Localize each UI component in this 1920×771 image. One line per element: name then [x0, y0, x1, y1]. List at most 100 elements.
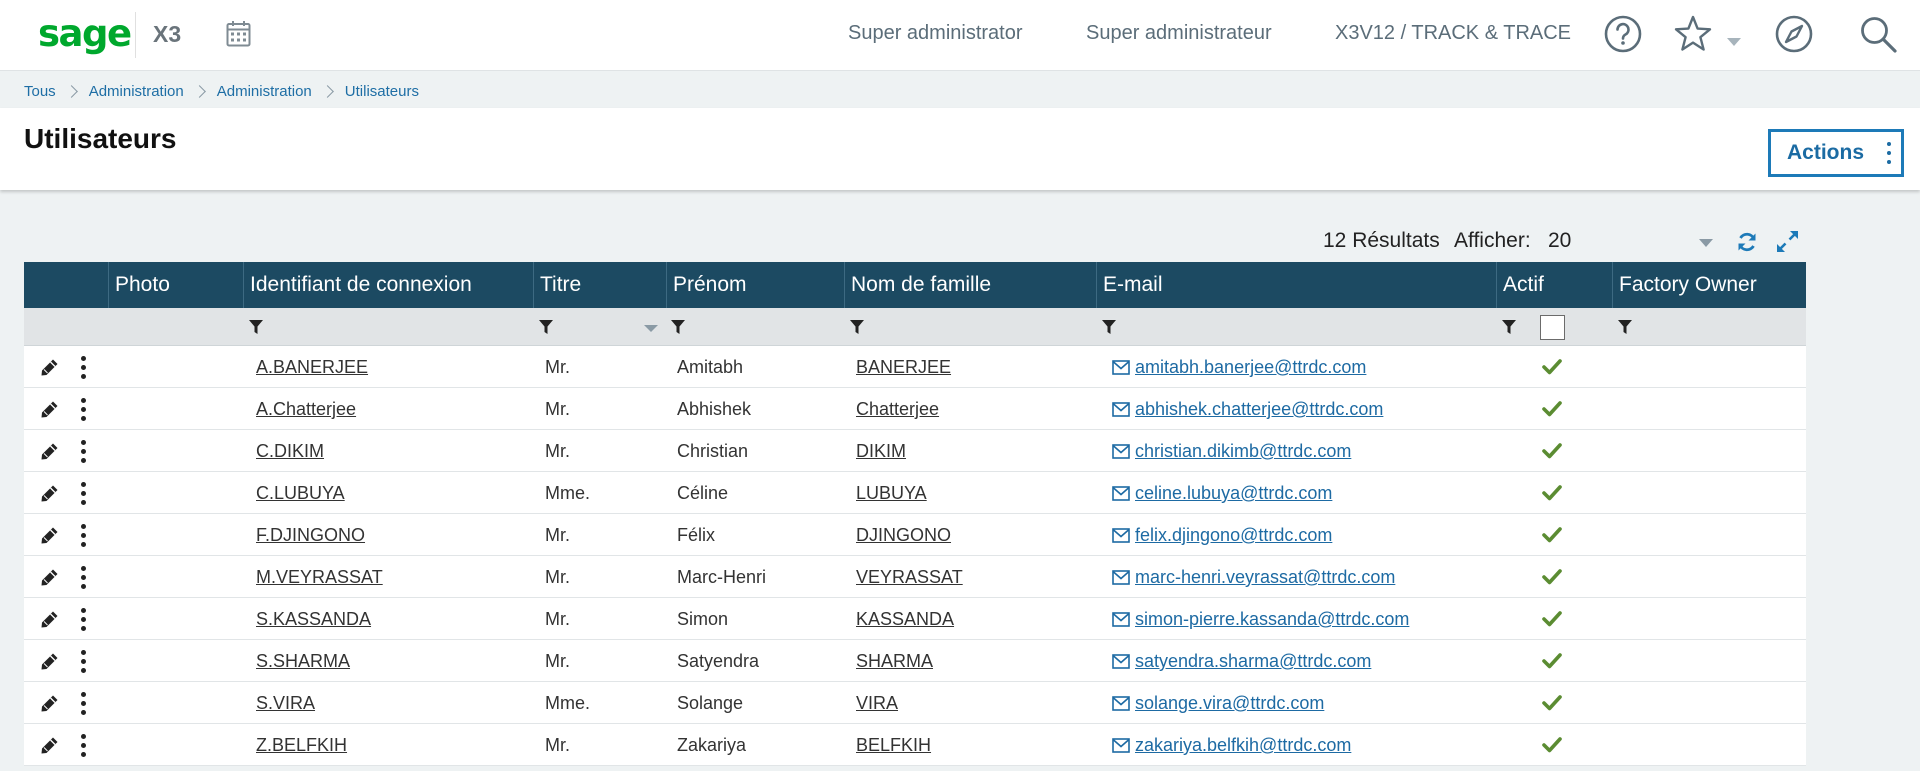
funnel-icon[interactable] [1502, 320, 1516, 334]
users-table: Photo Identifiant de connexion Titre Pré… [24, 262, 1806, 766]
breadcrumb-item-users[interactable]: Utilisateurs [345, 83, 419, 100]
title-cell: Mme. [545, 483, 590, 503]
more-icon[interactable] [81, 356, 87, 380]
page-size-dropdown-icon[interactable] [1699, 239, 1713, 247]
funnel-icon[interactable] [1618, 320, 1632, 334]
funnel-icon[interactable] [1102, 320, 1116, 334]
email-link[interactable]: celine.lubuya@ttrdc.com [1135, 472, 1332, 514]
login-link[interactable]: F.DJINGONO [256, 514, 365, 556]
email-link[interactable]: simon-pierre.kassanda@ttrdc.com [1135, 598, 1409, 640]
last-name-link[interactable]: DJINGONO [856, 514, 951, 556]
funnel-icon[interactable] [671, 320, 685, 334]
user-name-link[interactable]: Super administrator [848, 22, 1023, 45]
login-link[interactable]: Z.BELFKIH [256, 724, 347, 766]
email-link[interactable]: satyendra.sharma@ttrdc.com [1135, 640, 1371, 682]
breadcrumb-item-administration[interactable]: Administration [89, 83, 184, 100]
sage-logo[interactable]: sage [38, 12, 132, 55]
pencil-icon[interactable] [40, 568, 59, 587]
app-name[interactable]: X3 [153, 21, 181, 48]
last-name-link[interactable]: Chatterjee [856, 388, 939, 430]
pencil-icon[interactable] [40, 400, 59, 419]
column-header-factory-owner[interactable]: Factory Owner [1612, 262, 1806, 308]
email-link[interactable]: abhishek.chatterjee@ttrdc.com [1135, 388, 1383, 430]
envelope-icon [1112, 528, 1130, 543]
pencil-icon[interactable] [40, 358, 59, 377]
search-icon[interactable] [1858, 14, 1898, 54]
login-link[interactable]: C.LUBUYA [256, 472, 345, 514]
login-link[interactable]: C.DIKIM [256, 430, 324, 472]
table-row: M.VEYRASSAT Mr. Marc-Henri VEYRASSAT mar… [24, 556, 1806, 598]
last-name-link[interactable]: VEYRASSAT [856, 556, 963, 598]
check-icon [1542, 527, 1562, 543]
column-header-first-name[interactable]: Prénom [666, 262, 844, 308]
more-icon[interactable] [81, 692, 87, 716]
funnel-icon[interactable] [539, 320, 553, 334]
email-link[interactable]: solange.vira@ttrdc.com [1135, 682, 1324, 724]
pencil-icon[interactable] [40, 484, 59, 503]
pencil-icon[interactable] [40, 610, 59, 629]
more-icon[interactable] [81, 440, 87, 464]
more-icon[interactable] [81, 566, 87, 590]
title-filter-dropdown-icon[interactable] [644, 325, 658, 332]
email-link[interactable]: felix.djingono@ttrdc.com [1135, 514, 1332, 556]
login-link[interactable]: S.SHARMA [256, 640, 350, 682]
more-vertical-icon [1887, 142, 1891, 164]
login-link[interactable]: A.BANERJEE [256, 346, 368, 388]
first-name-cell: Marc-Henri [677, 567, 767, 587]
last-name-link[interactable]: KASSANDA [856, 598, 954, 640]
last-name-link[interactable]: VIRA [856, 682, 898, 724]
page-size-select[interactable]: 20 [1548, 229, 1571, 253]
login-link[interactable]: S.KASSANDA [256, 598, 371, 640]
breadcrumb-item-all[interactable]: Tous [24, 83, 56, 100]
email-link[interactable]: zakariya.belfkih@ttrdc.com [1135, 724, 1351, 766]
title-cell: Mr. [545, 399, 570, 419]
pencil-icon[interactable] [40, 736, 59, 755]
column-header-title[interactable]: Titre [533, 262, 666, 308]
column-header-active[interactable]: Actif [1496, 262, 1612, 308]
more-icon[interactable] [81, 482, 87, 506]
column-header-photo[interactable]: Photo [108, 262, 243, 308]
column-header-last-name[interactable]: Nom de famille [844, 262, 1096, 308]
calendar-icon[interactable] [226, 20, 251, 47]
active-filter-checkbox[interactable] [1540, 315, 1565, 340]
favorites-dropdown-icon[interactable] [1727, 38, 1741, 47]
refresh-icon[interactable] [1736, 231, 1758, 253]
user-role-link[interactable]: Super administrateur [1086, 22, 1272, 45]
last-name-link[interactable]: DIKIM [856, 430, 906, 472]
star-icon[interactable] [1673, 14, 1713, 54]
pencil-icon[interactable] [40, 442, 59, 461]
login-link[interactable]: A.Chatterjee [256, 388, 356, 430]
help-icon[interactable] [1603, 14, 1643, 54]
email-link[interactable]: marc-henri.veyrassat@ttrdc.com [1135, 556, 1395, 598]
table-body: A.BANERJEE Mr. Amitabh BANERJEE amitabh.… [24, 346, 1806, 766]
email-link[interactable]: christian.dikimb@ttrdc.com [1135, 430, 1351, 472]
pencil-icon[interactable] [40, 694, 59, 713]
actions-button-label: Actions [1787, 141, 1865, 164]
pencil-icon[interactable] [40, 652, 59, 671]
more-icon[interactable] [81, 398, 87, 422]
column-header-login[interactable]: Identifiant de connexion [243, 262, 533, 308]
login-link[interactable]: S.VIRA [256, 682, 315, 724]
login-link[interactable]: M.VEYRASSAT [256, 556, 383, 598]
funnel-icon[interactable] [249, 320, 263, 334]
more-icon[interactable] [81, 734, 87, 758]
email-link[interactable]: amitabh.banerjee@ttrdc.com [1135, 346, 1366, 388]
table-row: C.DIKIM Mr. Christian DIKIM christian.di… [24, 430, 1806, 472]
first-name-cell: Amitabh [677, 357, 744, 377]
last-name-link[interactable]: SHARMA [856, 640, 933, 682]
breadcrumb-item-administration-sub[interactable]: Administration [217, 83, 312, 100]
last-name-link[interactable]: BANERJEE [856, 346, 951, 388]
last-name-link[interactable]: LUBUYA [856, 472, 927, 514]
funnel-icon[interactable] [850, 320, 864, 334]
last-name-link[interactable]: BELFKIH [856, 724, 931, 766]
actions-button[interactable]: Actions [1768, 129, 1904, 177]
compass-icon[interactable] [1774, 14, 1814, 54]
endpoint-link[interactable]: X3V12 / TRACK & TRACE [1335, 22, 1571, 45]
chevron-right-icon [320, 84, 334, 98]
more-icon[interactable] [81, 608, 87, 632]
more-icon[interactable] [81, 524, 87, 548]
pencil-icon[interactable] [40, 526, 59, 545]
fullscreen-icon[interactable] [1776, 230, 1799, 253]
column-header-email[interactable]: E-mail [1096, 262, 1496, 308]
more-icon[interactable] [81, 650, 87, 674]
